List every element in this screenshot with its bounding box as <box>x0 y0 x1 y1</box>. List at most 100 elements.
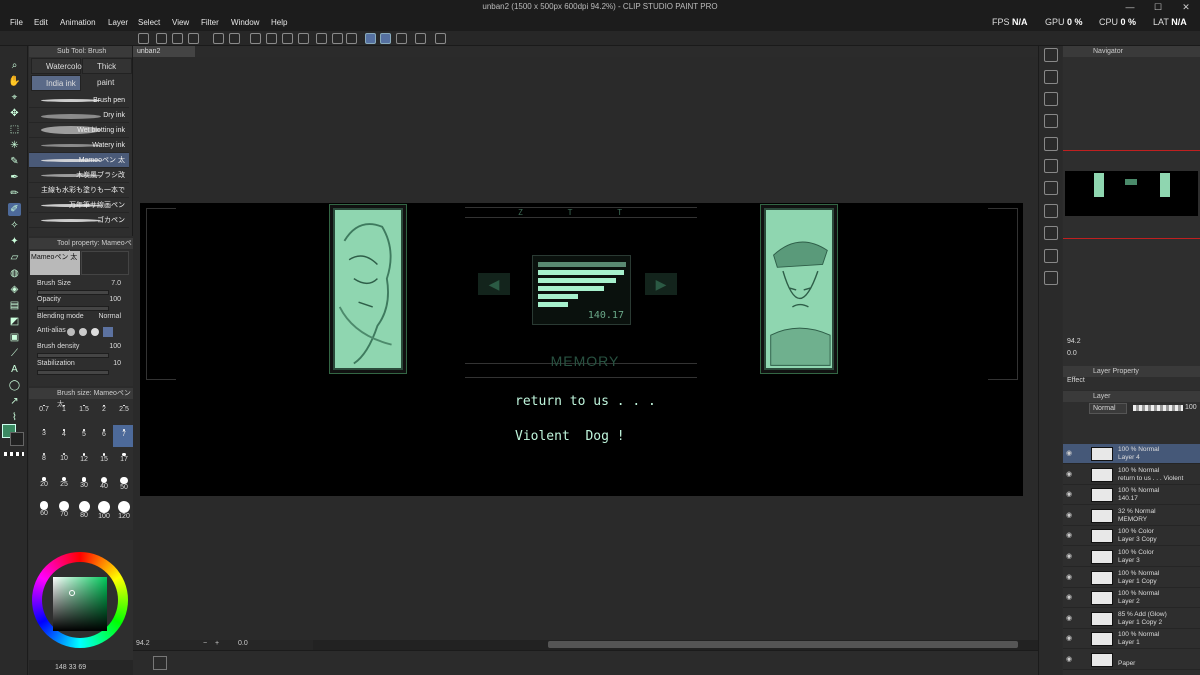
antialias-none-option[interactable] <box>67 328 75 336</box>
balloon-tool-icon[interactable]: ◯ <box>8 379 21 392</box>
magic-wand-tool-icon[interactable]: ✳ <box>8 139 21 152</box>
layer-row[interactable]: ◉ 100 % Normal Layer 2 <box>1063 588 1200 609</box>
select-all-icon[interactable] <box>250 33 261 44</box>
layer-opacity-slider[interactable] <box>1133 405 1183 411</box>
eye-icon[interactable]: ◉ <box>1066 553 1075 560</box>
brush-size-option[interactable]: 100 <box>93 497 115 520</box>
brush-brush-pen[interactable]: Brush pen <box>29 93 129 108</box>
menu-filter[interactable]: Filter <box>201 14 219 31</box>
pencil-tool-icon[interactable]: ✏ <box>8 187 21 200</box>
transform-icon[interactable] <box>298 33 309 44</box>
canvas-tab[interactable]: unban2 <box>133 46 195 57</box>
blending-mode-select[interactable]: Normal <box>98 313 121 320</box>
fill-icon[interactable] <box>282 33 293 44</box>
brush-size-option[interactable]: 40 <box>93 473 115 495</box>
brush-size-option[interactable]: 8 <box>33 449 55 471</box>
layer-opacity-value[interactable]: 100 <box>1185 404 1197 411</box>
brush-wet-blotting-ink[interactable]: Wet blotting ink <box>29 123 129 138</box>
layer-row[interactable]: ◉ 100 % Normal 140.17 <box>1063 485 1200 506</box>
panel-toggle-icon[interactable] <box>153 656 167 670</box>
minimize-button[interactable]: — <box>1116 0 1144 14</box>
eraser-tool-icon[interactable]: ▱ <box>8 251 21 264</box>
brush-size-option[interactable]: 6 <box>93 425 115 447</box>
menu-file[interactable]: File <box>10 14 23 31</box>
zoom-in-button[interactable]: + <box>215 640 219 647</box>
blend-tool-icon[interactable]: ◍ <box>8 267 21 280</box>
eye-icon[interactable]: ◉ <box>1066 656 1075 663</box>
material-icon[interactable] <box>1044 70 1058 84</box>
navigator-rotation[interactable]: 0.0 <box>1067 350 1077 357</box>
brush-size-option[interactable]: 1.5 <box>73 401 95 423</box>
brush-size-option[interactable]: 2 <box>93 401 115 423</box>
layer-blend-select[interactable]: Normal <box>1089 403 1127 414</box>
antialias-medium-option[interactable] <box>91 328 99 336</box>
brush-size-option[interactable]: 0.7 <box>33 401 55 423</box>
stabilization-row[interactable]: Stabilization 10 <box>37 360 129 378</box>
stabilization-slider[interactable] <box>37 370 109 375</box>
layer-row[interactable]: ◉ 100 % Normal return to us . . . Violent <box>1063 465 1200 485</box>
maximize-button[interactable]: ☐ <box>1144 0 1172 14</box>
brush-density-slider[interactable] <box>37 353 109 358</box>
brush-size-option[interactable]: 80 <box>73 497 95 519</box>
close-icon[interactable] <box>1044 114 1058 128</box>
menu-window[interactable]: Window <box>231 14 259 31</box>
open-icon[interactable] <box>156 33 167 44</box>
brush-charcoal[interactable]: 木炭風ブラシ改 <box>29 168 129 183</box>
transparent-color-swatch[interactable] <box>4 452 24 456</box>
text-tool-icon[interactable]: A <box>8 363 21 376</box>
brush-size-option[interactable]: 120 <box>113 497 135 520</box>
brush-dry-ink[interactable]: Dry ink <box>29 108 129 123</box>
brush-size-option[interactable]: 5 <box>73 425 95 447</box>
brush-size-option[interactable]: 15 <box>93 449 115 471</box>
opacity-row[interactable]: Opacity 100 <box>37 296 129 314</box>
fill-tool-icon[interactable]: ◈ <box>8 283 21 296</box>
layer-row[interactable]: ◉ 100 % Color Layer 3 Copy <box>1063 526 1200 547</box>
brush-size-option[interactable]: 30 <box>73 473 95 495</box>
navigator-preview[interactable] <box>1065 171 1198 216</box>
material-icon[interactable] <box>1044 181 1058 195</box>
save-icon[interactable] <box>172 33 183 44</box>
zoom-value[interactable]: 94.2 <box>136 640 150 647</box>
zoom-out-button[interactable]: − <box>203 640 207 647</box>
brush-size-option[interactable]: 25 <box>53 473 75 495</box>
material-icon[interactable] <box>1044 204 1058 218</box>
export-icon[interactable] <box>188 33 199 44</box>
tab-india-ink[interactable]: India ink <box>31 75 81 91</box>
antialias-weak-option[interactable] <box>79 328 87 336</box>
menu-edit[interactable]: Edit <box>34 14 48 31</box>
layer-row[interactable]: ◉ 100 % Normal Layer 1 Copy <box>1063 568 1200 588</box>
eyedropper-tool-icon[interactable]: ✎ <box>8 155 21 168</box>
material-icon[interactable] <box>1044 92 1058 106</box>
eye-icon[interactable]: ◉ <box>1066 635 1075 642</box>
layer-row[interactable]: ◉ 100 % Normal Layer 4 <box>1063 444 1200 464</box>
eye-icon[interactable]: ◉ <box>1066 594 1075 601</box>
decoration-tool-icon[interactable]: ✦ <box>8 235 21 248</box>
scroll-thumb[interactable] <box>548 641 1018 648</box>
brush-density-row[interactable]: Brush density 100 <box>37 343 129 361</box>
eye-icon[interactable]: ◉ <box>1066 512 1075 519</box>
frame-tool-icon[interactable]: ▣ <box>8 331 21 344</box>
menu-animation[interactable]: Animation <box>60 14 96 31</box>
opacity-slider[interactable] <box>37 306 109 311</box>
layer-row[interactable]: ◉ Paper <box>1063 650 1200 670</box>
new-icon[interactable] <box>138 33 149 44</box>
brush-goka-pen[interactable]: ゴカペン <box>29 213 129 228</box>
material-icon[interactable] <box>1044 249 1058 263</box>
gradient-tool-icon[interactable]: ▤ <box>8 299 21 312</box>
eye-icon[interactable]: ◉ <box>1066 574 1075 581</box>
brush-size-option[interactable]: 20 <box>33 473 55 495</box>
snap-special-ruler-icon[interactable] <box>380 33 391 44</box>
hand-tool-icon[interactable]: ✋ <box>8 75 21 88</box>
eye-icon[interactable]: ◉ <box>1066 450 1075 457</box>
brush-fountain-pen[interactable]: 万年筆サ線画ペン <box>29 198 129 213</box>
material-icon[interactable] <box>1044 137 1058 151</box>
saturation-value-square[interactable] <box>53 577 107 631</box>
brush-size-option[interactable]: 4 <box>53 425 75 447</box>
zoom-tool-icon[interactable]: ⌕ <box>8 59 21 72</box>
brush-tool-icon[interactable]: ✐ <box>8 203 21 216</box>
material-icon[interactable] <box>1044 271 1058 285</box>
pen-tool-icon[interactable]: ✒ <box>8 171 21 184</box>
move-layer-tool-icon[interactable]: ✥ <box>8 107 21 120</box>
artwork-canvas[interactable]: Z T T ◀ ▶ 140.17 MEMORY return to us . .… <box>140 203 1023 496</box>
navigator-zoom[interactable]: 94.2 <box>1067 338 1081 345</box>
